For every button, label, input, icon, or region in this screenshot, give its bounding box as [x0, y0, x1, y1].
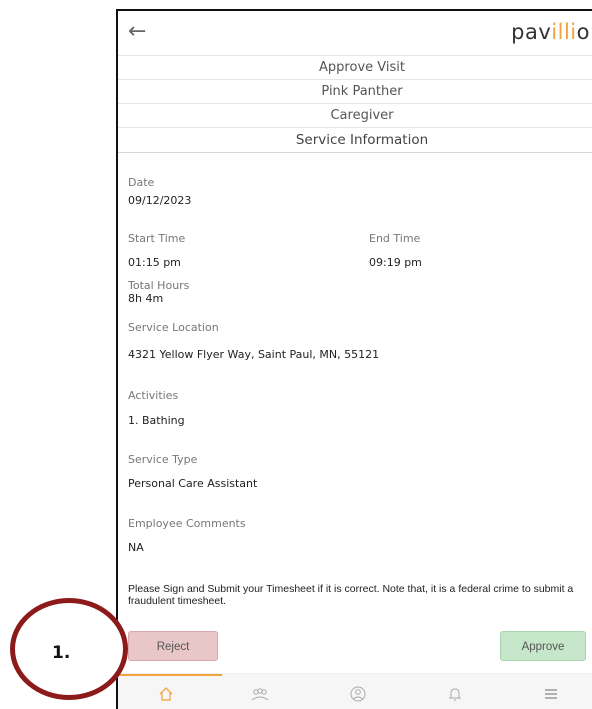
- bottom-nav: [118, 673, 592, 709]
- reject-button[interactable]: Reject: [128, 631, 218, 661]
- client-name: Pink Panther: [118, 80, 592, 104]
- total-hours-label: Total Hours: [128, 279, 190, 292]
- people-icon[interactable]: [245, 686, 275, 708]
- total-hours-value: 8h 4m: [128, 292, 164, 305]
- service-type-label: Service Type: [128, 453, 198, 466]
- logo-accent: illi: [551, 20, 577, 44]
- date-value: 09/12/2023: [128, 194, 192, 207]
- start-time-value: 01:15 pm: [128, 256, 181, 269]
- step-number: 1.: [52, 643, 71, 663]
- activities-label: Activities: [128, 389, 179, 402]
- approve-button[interactable]: Approve: [500, 631, 586, 661]
- logo-prefix: pav: [511, 20, 552, 44]
- bell-icon[interactable]: [440, 686, 470, 708]
- back-arrow-icon[interactable]: ←: [128, 19, 146, 44]
- page-title: Approve Visit: [118, 56, 592, 80]
- section-title: Service Information: [118, 128, 592, 153]
- pavillio-logo: pavillio: [511, 20, 590, 44]
- menu-icon[interactable]: [536, 686, 566, 708]
- app-header: ← pavillio: [118, 11, 592, 56]
- logo-suffix: o: [576, 20, 590, 44]
- end-time-label: End Time: [369, 232, 421, 245]
- active-tab-indicator: [118, 674, 222, 676]
- legal-notice: Please Sign and Submit your Timesheet if…: [128, 583, 574, 607]
- employee-comments-value: NA: [128, 541, 144, 554]
- profile-icon[interactable]: [343, 686, 373, 708]
- end-time-value: 09:19 pm: [369, 256, 422, 269]
- service-location-value: 4321 Yellow Flyer Way, Saint Paul, MN, 5…: [128, 348, 380, 361]
- service-location-label: Service Location: [128, 321, 219, 334]
- app-screen: ← pavillio Approve Visit Pink Panther Ca…: [116, 9, 592, 709]
- role-label: Caregiver: [118, 104, 592, 128]
- service-type-value: Personal Care Assistant: [128, 477, 258, 490]
- date-label: Date: [128, 176, 155, 189]
- activities-value: 1. Bathing: [128, 414, 185, 427]
- start-time-label: Start Time: [128, 232, 186, 245]
- home-icon[interactable]: [151, 686, 181, 708]
- employee-comments-label: Employee Comments: [128, 517, 246, 530]
